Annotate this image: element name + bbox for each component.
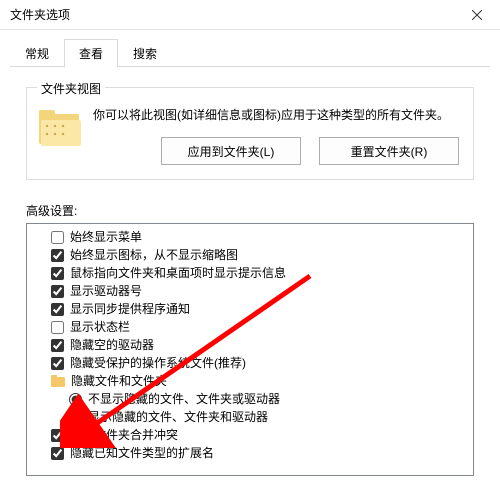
checkbox[interactable] (51, 267, 64, 280)
advanced-settings-label: 高级设置: (26, 202, 474, 219)
list-item[interactable]: 隐藏空的驱动器 (33, 336, 467, 354)
list-item[interactable]: 显示同步提供程序通知 (33, 300, 467, 318)
radio[interactable] (69, 411, 82, 424)
list-item-radio[interactable]: 显示隐藏的文件、文件夹和驱动器 (33, 408, 467, 426)
folder-views-group: 文件夹视图 你可以将此视图(如详细信息或图标)应用于这种类型的所有文件夹。 应用… (26, 87, 474, 180)
item-label: 不显示隐藏的文件、文件夹或驱动器 (88, 390, 280, 408)
close-icon (472, 10, 482, 20)
window-title: 文件夹选项 (10, 6, 454, 23)
checkbox[interactable] (51, 303, 64, 316)
radio[interactable] (69, 393, 82, 406)
list-item[interactable]: 隐藏文件夹合并冲突 (33, 426, 467, 444)
item-label: 显示隐藏的文件、文件夹和驱动器 (88, 408, 268, 426)
checkbox[interactable] (51, 321, 64, 334)
checkbox[interactable] (51, 285, 64, 298)
list-item[interactable]: 隐藏已知文件类型的扩展名 (33, 444, 467, 462)
checkbox[interactable] (51, 447, 64, 460)
tab-search[interactable]: 搜索 (118, 39, 172, 68)
item-label: 显示驱动器号 (70, 282, 142, 300)
folder-mini-icon (51, 375, 65, 387)
list-item[interactable]: 始终显示菜单 (33, 228, 467, 246)
item-label: 隐藏文件和文件夹 (71, 372, 167, 390)
checkbox[interactable] (51, 429, 64, 442)
list-item-folder[interactable]: 隐藏文件和文件夹 (33, 372, 467, 390)
close-button[interactable] (454, 0, 500, 30)
reset-folders-button[interactable]: 重置文件夹(R) (319, 137, 459, 165)
item-label: 显示状态栏 (70, 318, 130, 336)
advanced-settings-list[interactable]: 始终显示菜单 始终显示图标，从不显示缩略图 鼠标指向文件夹和桌面项时显示提示信息… (26, 223, 474, 476)
list-item[interactable]: 隐藏受保护的操作系统文件(推荐) (33, 354, 467, 372)
item-label: 隐藏文件夹合并冲突 (70, 426, 178, 444)
titlebar: 文件夹选项 (0, 0, 500, 30)
list-item[interactable]: 始终显示图标，从不显示缩略图 (33, 246, 467, 264)
apply-to-folders-button[interactable]: 应用到文件夹(L) (161, 137, 301, 165)
list-item[interactable]: 鼠标指向文件夹和桌面项时显示提示信息 (33, 264, 467, 282)
tab-content: 文件夹视图 你可以将此视图(如详细信息或图标)应用于这种类型的所有文件夹。 应用… (0, 67, 500, 476)
folder-views-label: 文件夹视图 (37, 80, 105, 97)
checkbox[interactable] (51, 339, 64, 352)
item-label: 鼠标指向文件夹和桌面项时显示提示信息 (70, 264, 286, 282)
item-label: 显示同步提供程序通知 (70, 300, 190, 318)
checkbox[interactable] (51, 231, 64, 244)
folder-views-description: 你可以将此视图(如详细信息或图标)应用于这种类型的所有文件夹。 (93, 106, 461, 125)
list-item[interactable]: 显示驱动器号 (33, 282, 467, 300)
list-item[interactable]: 显示状态栏 (33, 318, 467, 336)
tab-strip: 常规 查看 搜索 (0, 30, 500, 67)
tab-general[interactable]: 常规 (10, 39, 64, 68)
folder-icon (39, 110, 83, 150)
item-label: 隐藏受保护的操作系统文件(推荐) (70, 354, 246, 372)
checkbox[interactable] (51, 357, 64, 370)
item-label: 始终显示图标，从不显示缩略图 (70, 246, 238, 264)
list-item-radio[interactable]: 不显示隐藏的文件、文件夹或驱动器 (33, 390, 467, 408)
checkbox[interactable] (51, 249, 64, 262)
item-label: 隐藏空的驱动器 (70, 336, 154, 354)
tab-view[interactable]: 查看 (64, 39, 118, 68)
item-label: 隐藏已知文件类型的扩展名 (70, 444, 214, 462)
item-label: 始终显示菜单 (70, 228, 142, 246)
